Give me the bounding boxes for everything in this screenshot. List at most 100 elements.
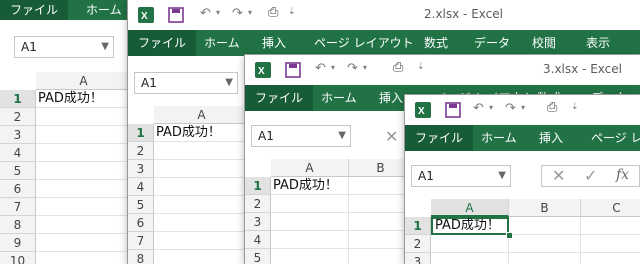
dropdown-arrow-icon[interactable]: ▾ <box>216 8 220 17</box>
row-header-1[interactable]: 1 <box>405 217 431 235</box>
tab-insert[interactable]: 挿入 <box>262 30 286 56</box>
tab-home[interactable]: ホーム <box>321 85 357 111</box>
save-icon[interactable] <box>445 101 461 119</box>
dropdown-arrow-icon[interactable]: ▾ <box>363 63 367 72</box>
row-header-7[interactable]: 7 <box>0 198 36 216</box>
column-header-a[interactable]: A <box>154 106 250 124</box>
fx-icon[interactable]: fx <box>616 167 629 183</box>
undo-icon[interactable]: ↶ <box>315 61 326 76</box>
dropdown-arrow-icon[interactable]: ▼ <box>225 73 233 93</box>
cell[interactable] <box>154 142 250 160</box>
cell[interactable] <box>154 160 250 178</box>
cancel-icon[interactable]: ✕ <box>385 127 398 146</box>
tab-file[interactable]: ファイル <box>128 30 197 56</box>
dropdown-arrow-icon[interactable]: ▼ <box>101 37 109 57</box>
cell[interactable] <box>36 216 132 234</box>
name-box[interactable]: A1 ▼ <box>134 72 238 94</box>
row-header-3[interactable]: 3 <box>0 126 36 144</box>
cell[interactable] <box>36 234 132 252</box>
row-header-3[interactable]: 3 <box>128 160 154 178</box>
cell[interactable] <box>36 180 132 198</box>
name-box[interactable]: A1 ▼ <box>411 165 511 187</box>
customize-icon[interactable]: ⇣ <box>571 102 579 112</box>
cell[interactable] <box>36 252 132 264</box>
redo-icon[interactable]: ↷ <box>347 61 358 76</box>
cell[interactable] <box>509 217 581 235</box>
save-icon[interactable] <box>168 6 184 24</box>
cell[interactable] <box>431 253 509 264</box>
column-header-c[interactable]: C <box>581 199 640 217</box>
row-header-2[interactable]: 2 <box>245 195 271 213</box>
undo-icon[interactable]: ↶ <box>473 101 484 116</box>
dropdown-arrow-icon[interactable]: ▾ <box>521 103 525 112</box>
row-header-4[interactable]: 4 <box>128 178 154 196</box>
cancel-icon[interactable]: ✕ <box>552 166 565 185</box>
name-box[interactable]: A1 ▼ <box>14 36 114 58</box>
cell[interactable] <box>509 253 581 264</box>
row-header-2[interactable]: 2 <box>405 235 431 253</box>
customize-icon[interactable]: ⇣ <box>417 62 425 72</box>
row-header-3[interactable]: 3 <box>405 253 431 264</box>
save-icon[interactable] <box>285 61 301 79</box>
cell[interactable] <box>154 178 250 196</box>
cell[interactable] <box>349 177 413 195</box>
cell[interactable] <box>154 250 250 264</box>
row-header-9[interactable]: 9 <box>0 234 36 252</box>
fill-handle[interactable] <box>506 232 513 239</box>
cell[interactable] <box>154 214 250 232</box>
tab-file[interactable]: ファイル <box>245 85 314 111</box>
dropdown-arrow-icon[interactable]: ▼ <box>338 126 346 146</box>
row-header-4[interactable]: 4 <box>0 144 36 162</box>
cell[interactable] <box>581 217 640 235</box>
tab-page-layout[interactable]: ページ レイアウト <box>314 30 414 56</box>
cell[interactable] <box>154 196 250 214</box>
row-header-1[interactable]: 1 <box>0 90 36 108</box>
cell[interactable] <box>349 249 413 264</box>
row-header-5[interactable]: 5 <box>0 162 36 180</box>
cell[interactable] <box>349 231 413 249</box>
cell[interactable] <box>349 213 413 231</box>
row-header-5[interactable]: 5 <box>245 249 271 264</box>
row-header-3[interactable]: 3 <box>245 213 271 231</box>
row-header-1[interactable]: 1 <box>245 177 271 195</box>
dropdown-arrow-icon[interactable]: ▾ <box>489 103 493 112</box>
tab-formulas[interactable]: 数式 <box>424 30 448 56</box>
cell[interactable] <box>431 235 509 253</box>
cell[interactable] <box>154 232 250 250</box>
preview-icon[interactable]: ⎙ <box>547 100 557 115</box>
column-header-b[interactable]: B <box>349 159 413 177</box>
cell[interactable] <box>271 249 349 264</box>
row-header-4[interactable]: 4 <box>245 231 271 249</box>
cell[interactable] <box>36 144 132 162</box>
row-header-7[interactable]: 7 <box>128 232 154 250</box>
tab-home[interactable]: ホーム <box>204 30 240 56</box>
dropdown-arrow-icon[interactable]: ▾ <box>248 8 252 17</box>
row-header-2[interactable]: 2 <box>128 142 154 160</box>
column-header-a[interactable]: A <box>431 199 509 217</box>
cell[interactable] <box>36 126 132 144</box>
cell[interactable] <box>509 235 581 253</box>
column-header-b[interactable]: B <box>509 199 581 217</box>
tab-file[interactable]: ファイル <box>0 0 69 20</box>
column-header-a[interactable]: A <box>36 72 132 90</box>
tab-file[interactable]: ファイル <box>405 125 474 151</box>
row-header-6[interactable]: 6 <box>0 180 36 198</box>
enter-icon[interactable]: ✓ <box>584 166 597 185</box>
dropdown-arrow-icon[interactable]: ▾ <box>331 63 335 72</box>
tab-data[interactable]: データ <box>474 30 510 56</box>
cell[interactable] <box>36 162 132 180</box>
cell[interactable] <box>271 195 349 213</box>
tab-page-layout[interactable]: ページ レイ <box>591 125 640 151</box>
redo-icon[interactable]: ↷ <box>232 6 243 21</box>
row-header-8[interactable]: 8 <box>128 250 154 264</box>
cell-a1-selected[interactable]: PAD成功！ <box>431 217 509 235</box>
redo-icon[interactable]: ↷ <box>505 101 516 116</box>
customize-icon[interactable]: ⇣ <box>288 7 296 17</box>
row-header-5[interactable]: 5 <box>128 196 154 214</box>
tab-home[interactable]: ホーム <box>481 125 517 151</box>
row-header-6[interactable]: 6 <box>128 214 154 232</box>
cell[interactable] <box>581 253 640 264</box>
cell-a1[interactable]: PAD成功！ <box>154 124 250 142</box>
row-header-10[interactable]: 10 <box>0 252 36 264</box>
cell[interactable] <box>271 231 349 249</box>
